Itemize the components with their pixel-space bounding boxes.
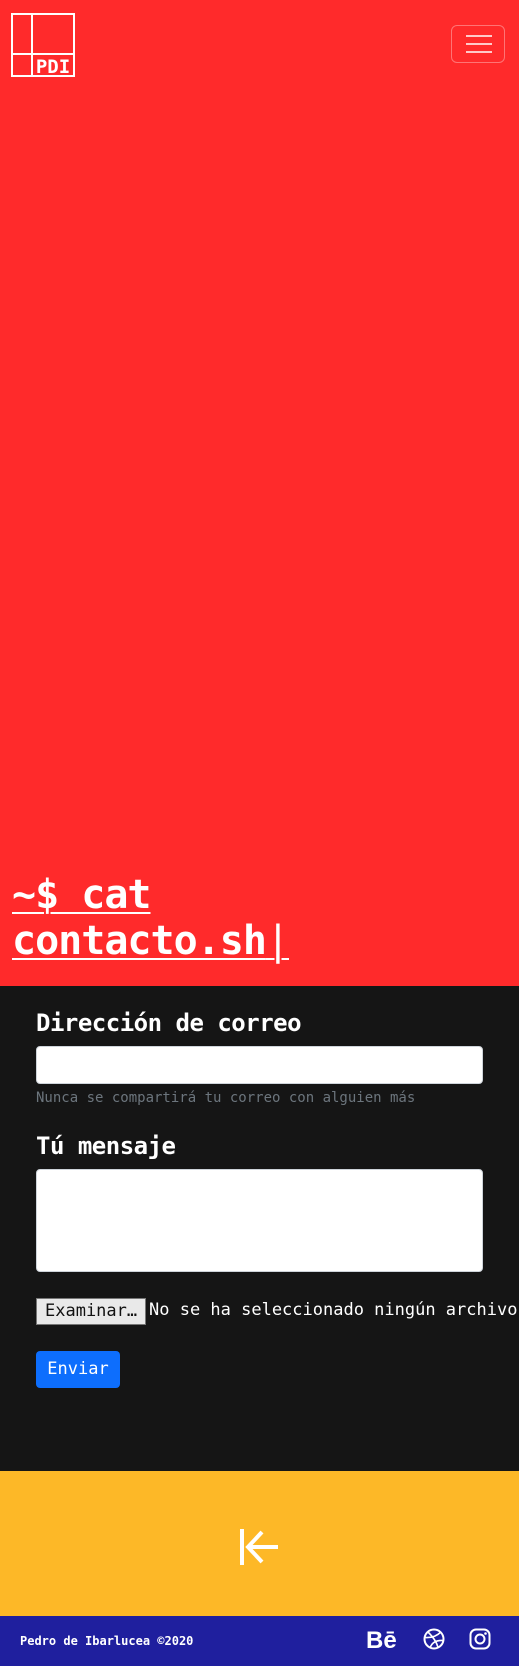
page-heading: ~$ cat contacto.sh| [12, 872, 492, 964]
file-status-text: No se ha seleccionado ningún archivo. [149, 1300, 519, 1320]
menu-toggle-button[interactable] [451, 25, 505, 63]
command-line-2: contacto.sh [12, 918, 267, 964]
arrow-left-to-line-icon[interactable] [238, 1527, 280, 1567]
text-cursor: | [265, 918, 290, 964]
dribbble-icon[interactable] [423, 1628, 445, 1650]
instagram-icon[interactable] [469, 1628, 491, 1650]
email-help-text: Nunca se compartirá tu correo con alguie… [36, 1090, 416, 1106]
behance-icon[interactable]: Bē [366, 1628, 397, 1654]
hero-section: PDI [0, 0, 519, 986]
email-label: Dirección de correo [36, 1009, 302, 1037]
submit-button[interactable]: Enviar [36, 1351, 120, 1388]
hamburger-icon [466, 35, 492, 53]
file-browse-button[interactable]: Examinar… [36, 1298, 147, 1325]
message-label: Tú mensaje [36, 1132, 176, 1160]
email-field[interactable] [36, 1046, 483, 1084]
command-line-1: ~$ cat [12, 872, 151, 918]
logo-text: PDI [36, 56, 70, 77]
message-textarea[interactable] [36, 1169, 483, 1272]
footer-credit: Pedro de Ibarlucea ©2020 [20, 1634, 194, 1648]
pdi-logo[interactable]: PDI [11, 13, 75, 78]
